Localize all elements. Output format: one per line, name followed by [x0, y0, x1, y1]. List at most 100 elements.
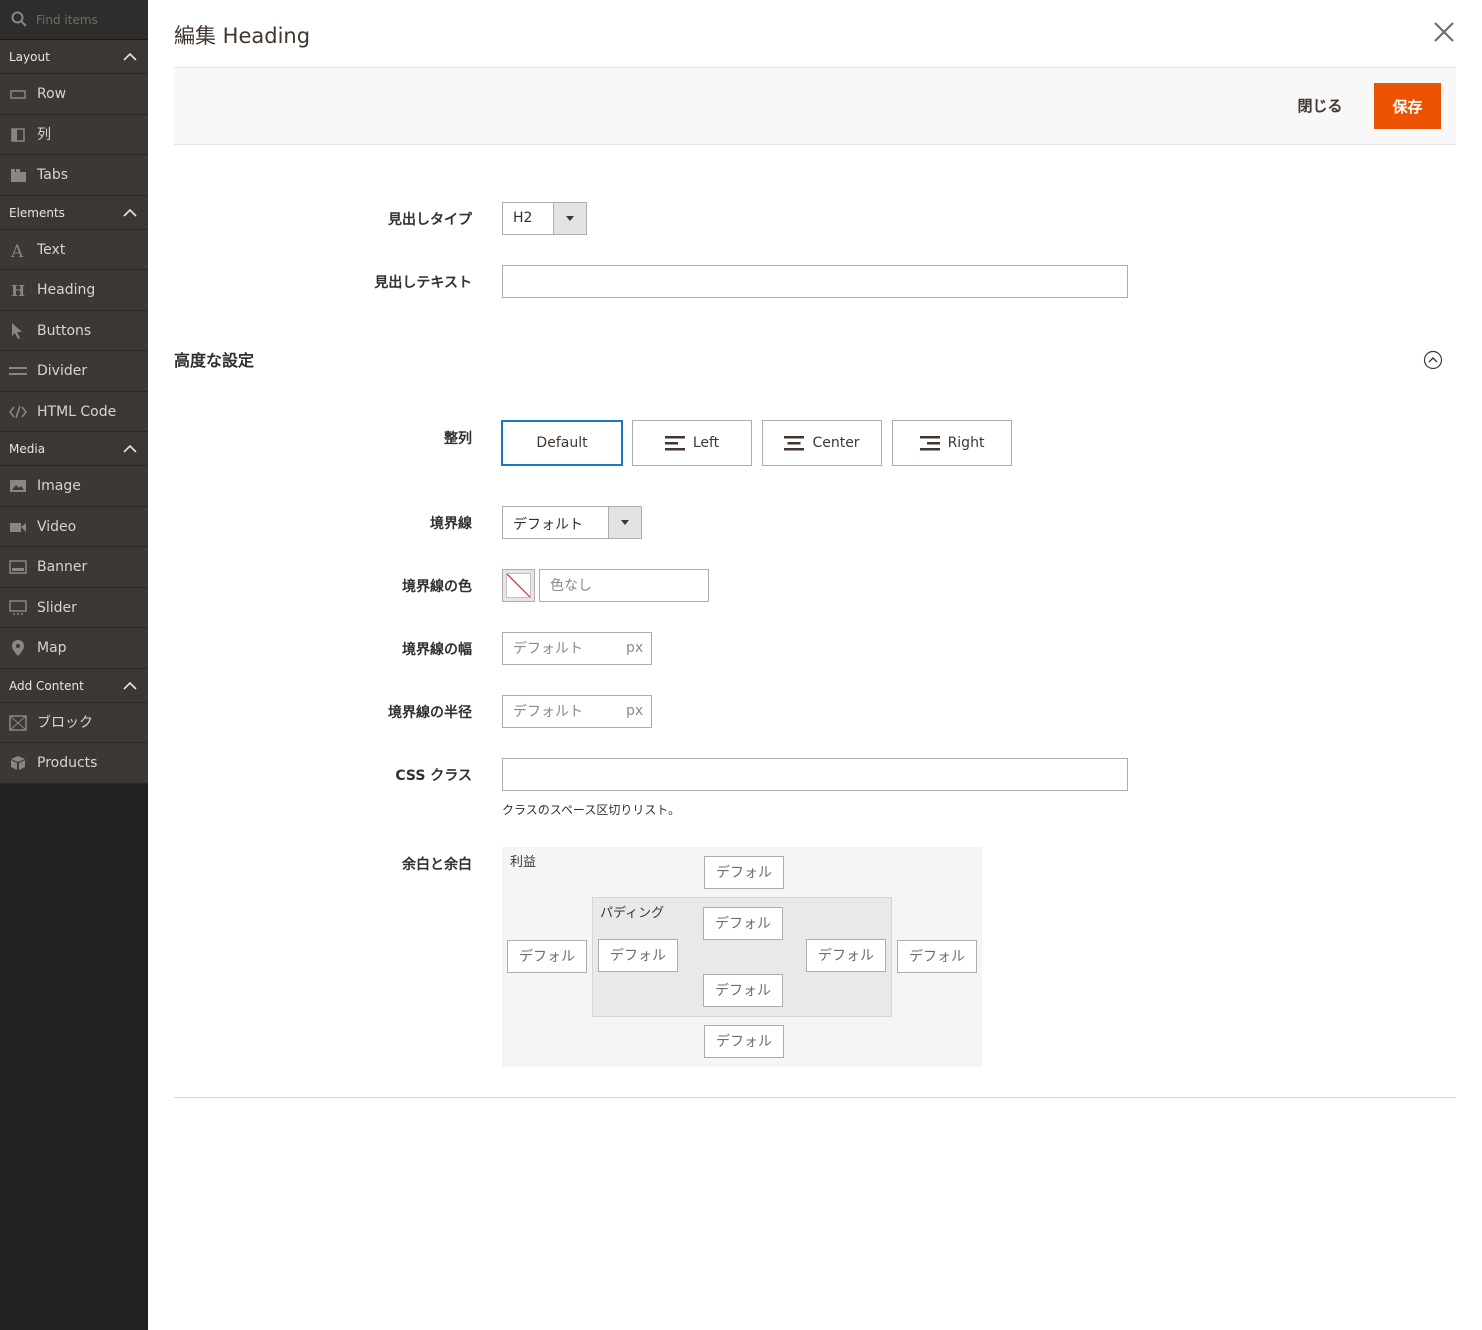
heading-text-label: 見出しテキスト	[374, 275, 472, 291]
sidebar-item-label: Row	[37, 86, 67, 102]
sidebar-item-products[interactable]: Products	[0, 743, 148, 784]
map-pin-icon	[12, 640, 24, 656]
sidebar-item-text[interactable]: A Text	[0, 229, 148, 270]
save-button[interactable]: 保存	[1374, 83, 1441, 129]
video-icon	[10, 522, 26, 532]
heading-type-select[interactable]: H2	[502, 202, 587, 235]
modal-title: 編集 Heading	[174, 24, 311, 48]
sidebar-item-video[interactable]: Video	[0, 506, 148, 547]
no-color-icon	[506, 573, 531, 598]
sidebar-item-buttons[interactable]: Buttons	[0, 310, 148, 351]
collapse-icon[interactable]	[1423, 350, 1443, 370]
chevron-down-icon	[553, 203, 586, 234]
search-input[interactable]	[36, 10, 144, 30]
banner-icon	[9, 560, 27, 574]
chevron-down-icon	[608, 507, 641, 538]
sidebar-item-label: Buttons	[37, 322, 92, 339]
group-title: Media	[9, 442, 46, 456]
sidebar-item-row[interactable]: Row	[0, 74, 148, 115]
products-icon	[11, 756, 25, 770]
alignment-label: 整列	[444, 431, 472, 447]
tabs-icon	[11, 169, 26, 182]
sidebar-item-label: Divider	[37, 363, 88, 379]
color-swatch[interactable]	[502, 569, 535, 602]
margin-left-input[interactable]	[507, 940, 587, 973]
heading-icon: H	[11, 282, 25, 298]
row-icon	[10, 90, 26, 99]
block-icon	[9, 714, 27, 731]
group-title: Add Content	[9, 678, 84, 693]
sidebar-item-banner[interactable]: Banner	[0, 547, 148, 588]
sidebar-item-image[interactable]: Image	[0, 466, 148, 507]
text-icon: A	[10, 242, 24, 258]
image-icon	[10, 480, 26, 492]
align-right-button[interactable]: Right	[892, 420, 1012, 466]
border-radius-label: 境界線の半径	[388, 705, 472, 721]
css-class-label: CSS クラス	[395, 768, 472, 784]
margin-label: 利益	[510, 855, 537, 870]
align-option-label: Default	[536, 435, 588, 451]
chevron-up-icon	[123, 52, 137, 61]
sidebar-item-html-code[interactable]: HTML Code	[0, 391, 148, 432]
group-title: Layout	[9, 50, 50, 64]
border-radius-unit: px	[626, 703, 644, 719]
slider-icon	[9, 599, 27, 615]
sidebar-item-heading[interactable]: H Heading	[0, 270, 148, 311]
sidebar-item-label: Tabs	[37, 167, 68, 183]
sidebar-item-column[interactable]: 列	[0, 114, 148, 155]
align-option-label: Right	[947, 435, 985, 451]
padding-bottom-input[interactable]	[703, 974, 783, 1007]
sidebar-item-label: 列	[37, 126, 51, 143]
align-option-label: Left	[692, 435, 720, 451]
sidebar: Layout Row 列 Tabs Elements A Text H Head…	[0, 0, 148, 1330]
advanced-settings-title[interactable]: 高度な設定	[174, 347, 254, 371]
padding-top-input[interactable]	[703, 907, 783, 940]
sidebar-item-slider[interactable]: Slider	[0, 587, 148, 628]
svg-text:A: A	[10, 242, 24, 258]
sidebar-item-tabs[interactable]: Tabs	[0, 155, 148, 196]
group-header-media[interactable]: Media	[0, 432, 148, 466]
sidebar-item-label: Text	[37, 241, 66, 258]
align-center-button[interactable]: Center	[762, 420, 882, 466]
sidebar-search	[0, 0, 148, 40]
border-color-input[interactable]	[539, 569, 709, 602]
border-width-label: 境界線の幅	[402, 642, 472, 658]
group-header-add-content[interactable]: Add Content	[0, 668, 148, 703]
sidebar-item-label: Heading	[37, 282, 96, 298]
padding-left-input[interactable]	[598, 939, 678, 972]
padding-right-input[interactable]	[806, 939, 886, 972]
margin-bottom-input[interactable]	[704, 1025, 784, 1058]
modal-action-bar	[174, 67, 1456, 145]
divider-icon	[9, 367, 27, 375]
chevron-up-icon	[123, 208, 137, 217]
group-header-layout[interactable]: Layout	[0, 40, 148, 74]
heading-type-value: H2	[513, 210, 533, 226]
align-default-button[interactable]: Default	[501, 420, 623, 466]
sidebar-item-map[interactable]: Map	[0, 628, 148, 669]
sidebar-item-label: Video	[37, 518, 77, 535]
css-class-input[interactable]	[502, 758, 1128, 791]
heading-text-input[interactable]	[502, 265, 1128, 298]
border-color-label: 境界線の色	[402, 579, 472, 595]
close-icon[interactable]	[1432, 20, 1456, 44]
align-left-button[interactable]: Left	[632, 420, 752, 466]
sidebar-item-label: Banner	[37, 559, 88, 575]
sidebar-item-block[interactable]: ブロック	[0, 702, 148, 743]
css-class-hint: クラスのスペース区切りリスト。	[502, 803, 681, 817]
align-option-label: Center	[812, 435, 860, 451]
chevron-up-icon	[123, 681, 137, 690]
border-select[interactable]: デフォルト	[502, 506, 642, 539]
sidebar-item-label: Image	[37, 478, 81, 494]
column-icon	[11, 127, 25, 142]
sidebar-item-divider[interactable]: Divider	[0, 351, 148, 392]
group-header-elements[interactable]: Elements	[0, 195, 148, 230]
close-button[interactable]: 閉じる	[1282, 85, 1358, 125]
cursor-icon	[12, 322, 22, 339]
border-value: デフォルト	[513, 517, 583, 533]
sidebar-item-label: Map	[37, 640, 67, 656]
margin-top-input[interactable]	[704, 856, 784, 889]
spacing-label: 余白と余白	[402, 857, 472, 873]
search-icon	[11, 11, 27, 27]
margin-right-input[interactable]	[897, 940, 977, 973]
border-label: 境界線	[430, 516, 472, 532]
